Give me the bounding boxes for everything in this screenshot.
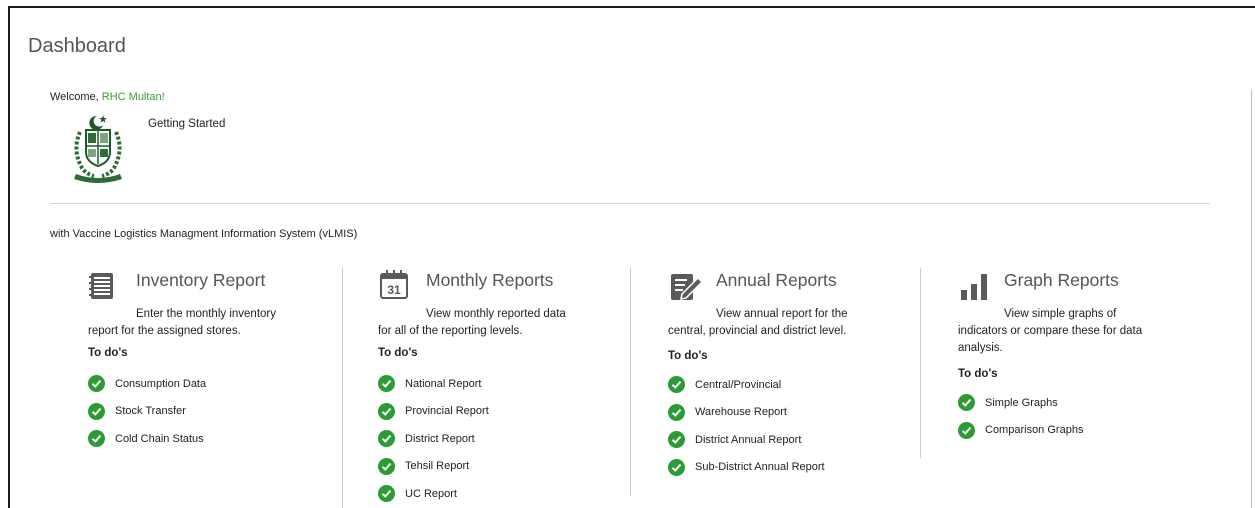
check-circle-icon xyxy=(668,431,685,449)
todo-item-stock-transfer[interactable]: Stock Transfer xyxy=(88,398,206,426)
todo-item-provincial-report[interactable]: Provincial Report xyxy=(378,398,489,426)
todo-item-sub-district-annual-report[interactable]: Sub-District Annual Report xyxy=(668,454,825,482)
welcome-message: Welcome, RHC Multan! xyxy=(50,91,165,103)
todo-list: Central/Provincial Warehouse Report Dist… xyxy=(668,371,825,481)
todo-label: Comparison Graphs xyxy=(985,424,1084,437)
todo-item-cold-chain-status[interactable]: Cold Chain Status xyxy=(88,425,206,453)
todo-label: Provincial Report xyxy=(405,405,489,418)
section-description: View monthly reported data for all of th… xyxy=(378,306,566,340)
todo-label: National Report xyxy=(405,377,482,390)
section-description: View simple graphs of indicators or comp… xyxy=(958,306,1142,357)
todo-item-consumption-data[interactable]: Consumption Data xyxy=(88,370,206,398)
todo-title: To do's xyxy=(378,347,418,359)
todo-item-tehsil-report[interactable]: Tehsil Report xyxy=(378,453,489,481)
check-circle-icon xyxy=(378,430,395,448)
check-circle-icon xyxy=(378,457,395,475)
check-circle-icon xyxy=(88,430,105,448)
column-divider xyxy=(630,268,631,496)
todo-list: Consumption Data Stock Transfer Cold Cha… xyxy=(88,370,206,453)
todo-item-central-provincial[interactable]: Central/Provincial xyxy=(668,371,825,399)
check-circle-icon xyxy=(378,485,395,503)
system-description: with Vaccine Logistics Managment Informa… xyxy=(50,228,358,240)
section-title: Monthly Reports xyxy=(426,270,554,290)
welcome-prefix: Welcome, xyxy=(50,91,102,103)
check-circle-icon xyxy=(668,403,685,421)
check-circle-icon xyxy=(88,402,105,420)
todo-title: To do's xyxy=(88,347,128,359)
todo-title: To do's xyxy=(668,350,708,362)
government-emblem-logo xyxy=(74,115,122,183)
description-line: View monthly reported data xyxy=(426,308,566,320)
todo-label: UC Report xyxy=(405,487,457,500)
check-circle-icon xyxy=(378,402,395,420)
todo-label: Warehouse Report xyxy=(695,406,787,419)
todo-label: Simple Graphs xyxy=(985,396,1058,409)
todo-list: National Report Provincial Report Distri… xyxy=(378,370,489,508)
todo-label: District Annual Report xyxy=(695,433,802,446)
check-circle-icon xyxy=(378,375,395,393)
description-line: central, provincial and district level. xyxy=(668,325,847,337)
todo-item-warehouse-report[interactable]: Warehouse Report xyxy=(668,399,825,427)
todo-title: To do's xyxy=(958,368,998,380)
section-title: Graph Reports xyxy=(1004,270,1119,290)
section-description: Enter the monthly inventory report for t… xyxy=(88,306,276,340)
section-description: View annual report for the central, prov… xyxy=(668,306,847,340)
section-title: Inventory Report xyxy=(136,270,266,290)
description-line: analysis. xyxy=(958,342,1003,354)
check-circle-icon xyxy=(88,375,105,393)
todo-item-uc-report[interactable]: UC Report xyxy=(378,480,489,508)
todo-label: Tehsil Report xyxy=(405,460,470,473)
todo-label: District Report xyxy=(405,432,475,445)
calendar-icon: 31 xyxy=(380,270,408,299)
column-divider xyxy=(342,268,343,508)
getting-started-label: Getting Started xyxy=(148,118,226,130)
check-circle-icon xyxy=(958,394,975,412)
description-line: Enter the monthly inventory xyxy=(136,308,276,320)
todo-label: Cold Chain Status xyxy=(115,432,204,445)
welcome-user: RHC Multan! xyxy=(101,91,165,103)
description-line: for all of the reporting levels. xyxy=(378,325,523,337)
column-divider xyxy=(920,268,921,458)
divider xyxy=(50,203,1210,204)
description-line: View simple graphs of xyxy=(1004,308,1117,320)
todo-item-comparison-graphs[interactable]: Comparison Graphs xyxy=(958,417,1083,445)
description-line: report for the assigned stores. xyxy=(88,325,241,337)
todo-label: Central/Provincial xyxy=(695,378,782,391)
notebook-icon xyxy=(89,273,113,299)
check-circle-icon xyxy=(668,458,685,476)
bar-chart-icon xyxy=(961,274,987,300)
todo-label: Sub-District Annual Report xyxy=(695,461,825,474)
section-title: Annual Reports xyxy=(716,270,837,290)
panel-right-border xyxy=(1251,90,1252,508)
check-circle-icon xyxy=(668,376,685,394)
edit-document-icon xyxy=(671,274,704,300)
description-line: indicators or compare these for data xyxy=(958,325,1143,337)
check-circle-icon xyxy=(958,421,975,439)
todo-item-district-annual-report[interactable]: District Annual Report xyxy=(668,426,825,454)
todo-item-simple-graphs[interactable]: Simple Graphs xyxy=(958,389,1083,417)
todo-label: Stock Transfer xyxy=(115,405,186,418)
page-title: Dashboard xyxy=(28,35,126,57)
todo-list: Simple Graphs Comparison Graphs xyxy=(958,389,1083,444)
calendar-icon-text: 31 xyxy=(387,283,401,297)
todo-item-national-report[interactable]: National Report xyxy=(378,370,489,398)
todo-label: Consumption Data xyxy=(115,377,207,390)
description-line: View annual report for the xyxy=(716,308,848,320)
todo-item-district-report[interactable]: District Report xyxy=(378,425,489,453)
